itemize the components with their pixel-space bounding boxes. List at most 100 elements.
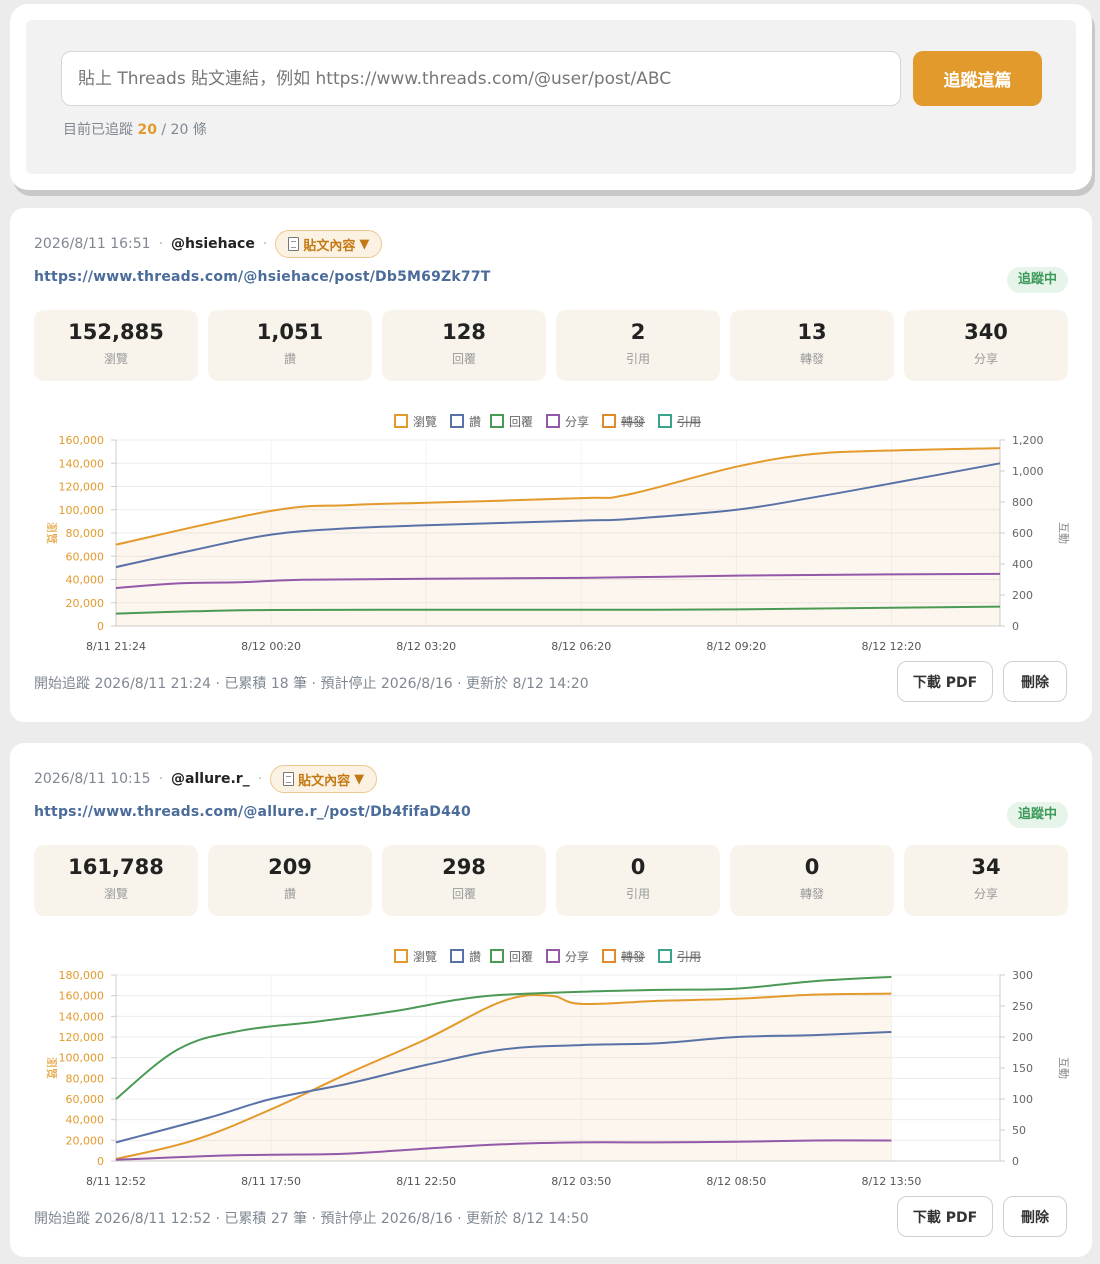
x-tick-label: 8/12 00:20 <box>241 640 301 653</box>
stat-value: 128 <box>442 320 486 344</box>
y2-tick-label: 1,000 <box>1012 465 1044 478</box>
stat-value: 0 <box>804 855 820 879</box>
x-tick-label: 8/12 06:20 <box>551 640 611 653</box>
y-tick-label: 0 <box>97 1155 104 1168</box>
stat-label: 瀏覽 <box>103 352 128 366</box>
y2-tick-label: 0 <box>1012 1155 1019 1168</box>
legend-label: 回覆 <box>509 415 533 429</box>
stat-label: 引用 <box>625 887 650 901</box>
post-content-label: 貼文內容 <box>303 238 356 254</box>
legend-label: 分享 <box>565 414 589 429</box>
legend-swatch <box>490 414 504 428</box>
y2-tick-label: 600 <box>1012 527 1033 540</box>
legend-swatch <box>602 414 616 428</box>
post-card: 2026/8/11 16:51 · @hsiehace · 貼文內容 ▼ htt… <box>10 208 1092 722</box>
y2-tick-label: 0 <box>1012 620 1019 633</box>
post-date: 2026/8/11 16:51 <box>34 236 151 252</box>
y-tick-label: 0 <box>97 620 104 633</box>
y-tick-label: 100,000 <box>59 1052 105 1065</box>
post-content-toggle[interactable]: 貼文內容 ▼ <box>275 230 383 258</box>
caret-down-icon: ▼ <box>354 771 365 787</box>
series-area <box>116 993 892 1161</box>
stat-value: 340 <box>964 320 1008 344</box>
chart-legend: 瀏覽 讚 回覆 分享 轉發 引用 <box>394 949 701 964</box>
download-pdf-button[interactable]: 下載 PDF <box>897 661 993 702</box>
y-axis-title: 瀏覽 <box>45 522 59 544</box>
separator-dot: · <box>158 236 164 252</box>
y2-tick-label: 400 <box>1012 558 1033 571</box>
stat-views: 161,788 瀏覽 <box>34 845 198 916</box>
y2-axis-title: 互動 <box>1057 522 1071 544</box>
y2-tick-label: 800 <box>1012 496 1033 509</box>
stat-label: 讚 <box>283 887 296 901</box>
y-tick-label: 80,000 <box>66 1072 105 1085</box>
stat-label: 讚 <box>283 352 296 366</box>
legend-label: 分享 <box>565 949 589 964</box>
track-post-button[interactable]: 追蹤這篇 <box>913 51 1042 106</box>
stat-value: 152,885 <box>68 320 164 344</box>
y-tick-label: 80,000 <box>66 527 105 540</box>
y2-tick-label: 50 <box>1012 1124 1026 1137</box>
y-tick-label: 40,000 <box>66 574 105 587</box>
post-meta: 2026/8/11 16:51 · @hsiehace · 貼文內容 ▼ <box>34 230 383 258</box>
delete-button[interactable]: 刪除 <box>1003 1196 1067 1237</box>
post-url-input[interactable] <box>61 51 901 106</box>
post-url-link[interactable]: https://www.threads.com/@hsiehace/post/D… <box>34 269 491 285</box>
delete-button[interactable]: 刪除 <box>1003 661 1067 702</box>
separator-dot: · <box>257 771 263 787</box>
y2-tick-label: 1,200 <box>1012 434 1044 447</box>
x-tick-label: 8/12 09:20 <box>706 640 766 653</box>
y2-tick-label: 200 <box>1012 589 1033 602</box>
legend-swatch <box>490 949 504 963</box>
legend-swatch <box>602 949 616 963</box>
legend-label: 回覆 <box>509 950 533 964</box>
y-tick-label: 120,000 <box>59 1031 105 1044</box>
post-date: 2026/8/11 10:15 <box>34 771 151 787</box>
stat-quotes: 2 引用 <box>556 310 720 381</box>
post-meta: 2026/8/11 10:15 · @allure.r_ · 貼文內容 ▼ <box>34 765 378 793</box>
document-icon <box>288 237 300 251</box>
stat-likes: 209 讚 <box>208 845 372 916</box>
stat-label: 引用 <box>625 352 650 366</box>
legend-swatch <box>658 949 672 963</box>
legend-swatch <box>658 414 672 428</box>
post-url-link[interactable]: https://www.threads.com/@allure.r_/post/… <box>34 804 471 820</box>
legend-swatch <box>394 949 408 963</box>
y2-tick-label: 100 <box>1012 1093 1033 1106</box>
stat-value: 2 <box>630 320 646 344</box>
stat-label: 回覆 <box>451 887 476 901</box>
status-badge: 追蹤中 <box>1006 802 1068 828</box>
y-tick-label: 60,000 <box>66 550 105 563</box>
legend-label: 轉發 <box>621 949 645 964</box>
x-tick-label: 8/12 03:50 <box>551 1175 611 1188</box>
y-tick-label: 20,000 <box>66 1134 105 1147</box>
y-tick-label: 20,000 <box>66 597 105 610</box>
tracking-summary: 開始追蹤 2026/8/11 21:24 · 已累積 18 筆 · 預計停止 2… <box>34 676 589 692</box>
count-current: 20 <box>137 122 157 138</box>
document-icon <box>283 772 295 786</box>
y-tick-label: 100,000 <box>59 504 105 517</box>
stat-shares: 340 分享 <box>904 310 1068 381</box>
separator-dot: · <box>158 771 164 787</box>
stat-value: 1,051 <box>256 320 324 344</box>
stat-views: 152,885 瀏覽 <box>34 310 198 381</box>
legend-label: 引用 <box>677 415 701 429</box>
count-prefix: 目前已追蹤 <box>63 122 133 138</box>
tracker-panel: 追蹤這篇 目前已追蹤 20 / 20 條 <box>10 4 1092 190</box>
stat-replies: 298 回覆 <box>382 845 546 916</box>
y-tick-label: 160,000 <box>59 434 105 447</box>
post-content-toggle[interactable]: 貼文內容 ▼ <box>270 765 378 793</box>
stat-shares: 34 分享 <box>904 845 1068 916</box>
legend-swatch <box>394 414 408 428</box>
metrics-line-chart: 瀏覽 讚 回覆 分享 轉發 引用 0 20,000 40,000 60,000 80,000 100,… <box>45 949 1071 1188</box>
post-card: 2026/8/11 10:15 · @allure.r_ · 貼文內容 ▼ ht… <box>10 743 1092 1257</box>
x-tick-label: 8/12 08:50 <box>706 1175 766 1188</box>
y2-tick-label: 300 <box>1012 969 1033 982</box>
y2-tick-label: 150 <box>1012 1062 1033 1075</box>
stat-replies: 128 回覆 <box>382 310 546 381</box>
download-pdf-button[interactable]: 下載 PDF <box>897 1196 993 1237</box>
stat-value: 298 <box>442 855 486 879</box>
y-tick-label: 120,000 <box>59 481 105 494</box>
y-tick-label: 60,000 <box>66 1093 105 1106</box>
legend-swatch <box>546 414 560 428</box>
